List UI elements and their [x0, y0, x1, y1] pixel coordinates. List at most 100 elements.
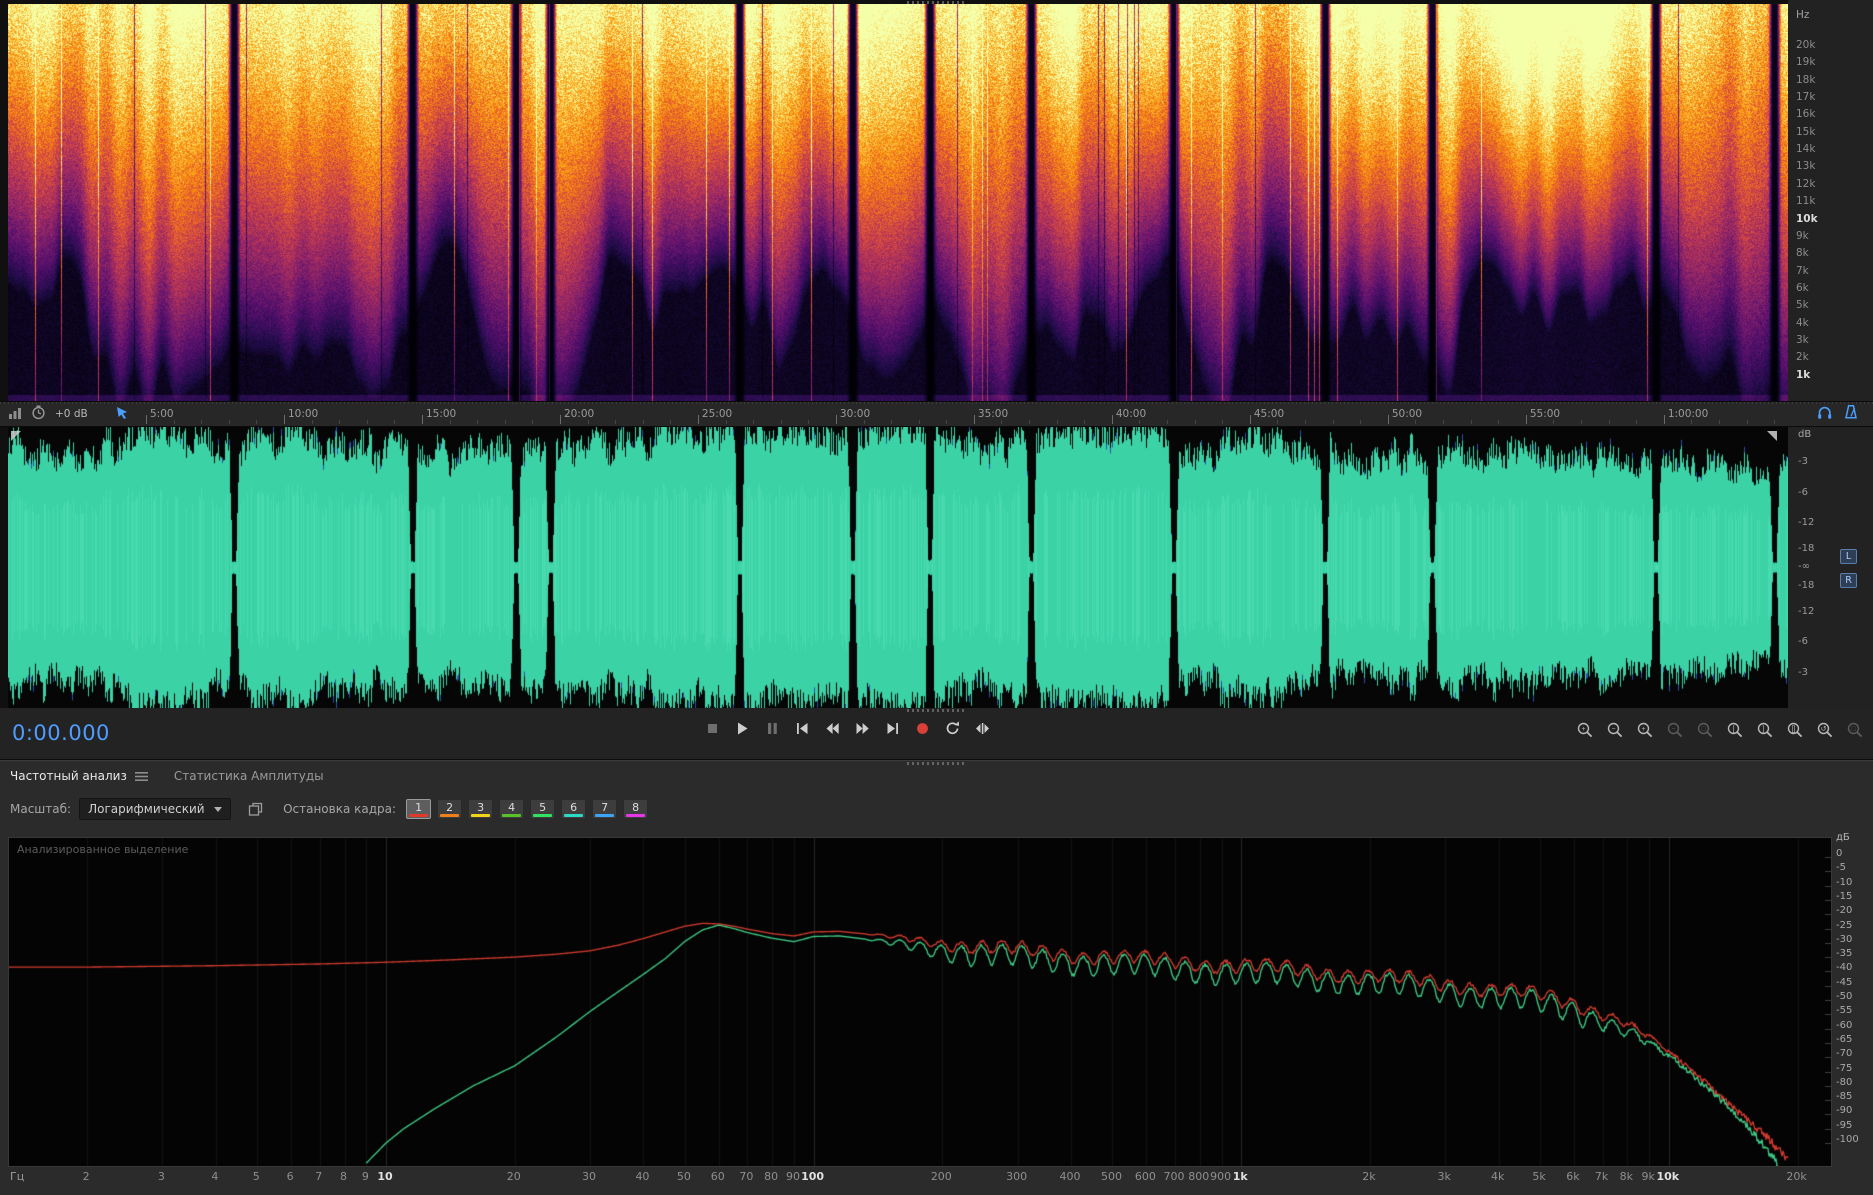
ruler-tick [1111, 415, 1113, 424]
db-tick-label: -3 [1798, 456, 1808, 467]
ruler-tick [1470, 420, 1472, 424]
metronome-icon[interactable] [1843, 404, 1859, 424]
zoom-to-selection-button[interactable]: □ [1694, 719, 1715, 740]
ruler-tick [1056, 420, 1058, 424]
record-button[interactable] [912, 718, 933, 739]
zoom-in-amplitude-button[interactable]: + [1634, 719, 1655, 740]
ruler-tick [228, 420, 230, 424]
chevron-down-icon [214, 806, 223, 812]
y-tick-label: -75 [1836, 1062, 1853, 1074]
ruler-left-controls: +0 dB [8, 402, 130, 426]
frame-hold-7-button[interactable]: 7 [592, 799, 618, 819]
waveform-canvas[interactable] [8, 427, 1788, 708]
frame-hold-color-bar [533, 814, 553, 817]
freq-tick-label: 15k [1796, 125, 1816, 138]
monitor-headphones-icon[interactable] [1816, 404, 1833, 425]
tab-frequency-analysis[interactable]: Частотный анализ [10, 769, 127, 783]
frame-hold-2-button[interactable]: 2 [437, 799, 463, 819]
skip-to-end-button[interactable] [882, 718, 903, 739]
waveform-resize-handle[interactable] [906, 709, 967, 712]
frame-hold-8-button[interactable]: 8 [623, 799, 649, 819]
frequency-graph-canvas[interactable] [9, 838, 1831, 1166]
skip-to-start-button[interactable] [792, 718, 813, 739]
time-label: 15:00 [425, 408, 457, 420]
ruler-ticks: 5:00 10:00 15:00 20:00 25:00 30:00 35:00 40:00 4… [0, 402, 1873, 426]
scale-dropdown[interactable]: Логарифмический [79, 798, 232, 820]
frame-hold-3-button[interactable]: 3 [468, 799, 494, 819]
frame-hold-5-button[interactable]: 5 [530, 799, 556, 819]
fast-forward-button[interactable] [852, 718, 873, 739]
db-tick-label: -18 [1798, 580, 1815, 591]
time-label: 50:00 [1391, 408, 1423, 420]
svg-text:□: □ [1701, 726, 1706, 733]
frame-hold-1-button[interactable]: 1 [406, 799, 432, 819]
ruler-tick [366, 420, 368, 424]
ruler-tick [891, 420, 893, 424]
spectrogram-canvas[interactable] [8, 4, 1788, 401]
zoom-in-time-button[interactable]: + [1574, 719, 1595, 740]
ruler-tick [1608, 420, 1610, 424]
levels-icon[interactable] [8, 405, 22, 424]
panel-menu-icon[interactable] [134, 771, 148, 782]
freq-tick-label: 3k [1796, 333, 1809, 346]
playhead-time-display[interactable]: 0:00.000 [12, 721, 110, 745]
time-label: 20:00 [563, 408, 595, 420]
pause-button[interactable] [762, 718, 783, 739]
x-tick-label: 6 [286, 1170, 294, 1183]
frame-hold-color-bar [502, 814, 522, 817]
panel-resize-handle[interactable] [906, 1, 967, 4]
play-button[interactable] [732, 718, 753, 739]
loop-playback-button[interactable] [942, 718, 963, 739]
ruler-right-controls [1816, 402, 1859, 426]
playhead-cursor-icon[interactable] [115, 405, 130, 424]
zoom-selection-full-button[interactable]: [] [1784, 719, 1805, 740]
x-tick-label: 8k [1619, 1170, 1634, 1183]
freq-tick-label: 6k [1796, 281, 1809, 294]
x-tick-label: 200 [930, 1170, 952, 1183]
ruler-tick [615, 420, 617, 424]
zoom-out-amplitude-button[interactable]: − [1664, 719, 1685, 740]
ruler-tick [394, 420, 396, 424]
db-tick-label: -12 [1798, 606, 1815, 617]
frame-hold-color-bar [595, 814, 615, 817]
analysis-panel-resize-handle[interactable] [906, 762, 967, 765]
x-tick-label: 600 [1134, 1170, 1156, 1183]
ruler-tick [1249, 415, 1251, 424]
svg-text:[: [ [1732, 726, 1734, 733]
ruler-tick [1001, 420, 1003, 424]
timeline-ruler[interactable]: 5:00 10:00 15:00 20:00 25:00 30:00 35:00 40:00 4… [0, 401, 1873, 427]
stop-button[interactable] [702, 718, 723, 739]
frame-hold-6-button[interactable]: 6 [561, 799, 587, 819]
time-label: 40:00 [1115, 408, 1147, 420]
y-tick-label: -40 [1836, 962, 1853, 974]
zoom-out-time-button[interactable]: − [1604, 719, 1625, 740]
tab-amplitude-statistics[interactable]: Статистика Амплитуды [174, 769, 324, 783]
waveform-corner-grip-left[interactable] [10, 430, 22, 442]
skip-playhead-button[interactable] [972, 718, 993, 739]
x-tick-label: 700 [1163, 1170, 1185, 1183]
zoom-selection-out-point-button[interactable]: ] [1754, 719, 1775, 740]
zoom-reset-button[interactable]: ↺ [1814, 719, 1835, 740]
rewind-button[interactable] [822, 718, 843, 739]
time-label: 30:00 [839, 408, 871, 420]
db-tick-label: -∞ [1798, 561, 1810, 572]
channel-badge-r[interactable]: R [1840, 573, 1857, 588]
zoom-selection-in-point-button[interactable]: [ [1724, 719, 1745, 740]
x-tick-label: 6k [1566, 1170, 1580, 1183]
frame-hold-color-bar [409, 814, 429, 817]
x-tick-label: 50 [676, 1170, 691, 1183]
channel-badge-l[interactable]: L [1840, 549, 1857, 564]
ruler-tick [1194, 420, 1196, 424]
gain-readout[interactable]: +0 dB [55, 408, 88, 420]
ruler-tick [1774, 420, 1776, 424]
ruler-tick [835, 415, 837, 424]
copy-graph-icon[interactable] [243, 798, 267, 820]
frame-hold-4-button[interactable]: 4 [499, 799, 525, 819]
clock-icon[interactable] [31, 405, 46, 424]
analysis-panel: Частотный анализ Статистика Амплитуды Ма… [0, 760, 1873, 1195]
zoom-full-file-button[interactable]: □ [1844, 719, 1865, 740]
svg-text:□: □ [1851, 726, 1856, 733]
frame-hold-number: 4 [508, 801, 516, 814]
x-tick-label: 5 [252, 1170, 260, 1183]
waveform-corner-grip-right[interactable] [1766, 430, 1778, 442]
